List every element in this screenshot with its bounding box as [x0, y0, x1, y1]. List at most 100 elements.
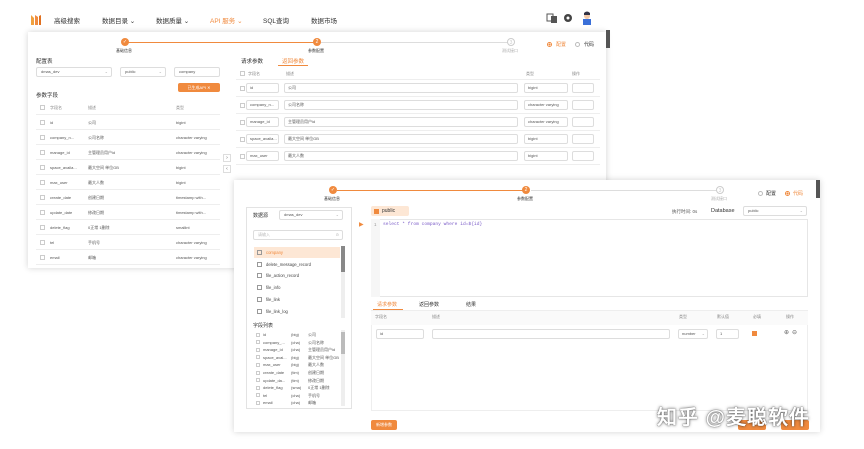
field-name-input[interactable]: id — [246, 83, 279, 93]
scroll-thumb[interactable] — [341, 332, 345, 354]
field-checkbox[interactable] — [256, 385, 260, 390]
remove-row-icon[interactable]: ⊖ — [792, 329, 797, 336]
nav-data-market[interactable]: 数据市场 — [311, 15, 337, 25]
generate-api-button[interactable]: 已生成API ✕ — [178, 83, 220, 92]
row-checkbox[interactable] — [40, 195, 45, 200]
field-type-input[interactable]: character varying — [524, 117, 568, 127]
table-list-item[interactable]: file_link_log — [254, 306, 340, 317]
field-ops-input[interactable] — [572, 151, 594, 161]
move-right-button[interactable]: › — [223, 154, 231, 162]
nav-sql-query[interactable]: SQL查询 — [263, 15, 289, 25]
table-list-item[interactable]: file_action_record — [254, 270, 340, 281]
row-checkbox[interactable] — [40, 165, 45, 170]
row-checkbox[interactable] — [40, 150, 45, 155]
field-ops-input[interactable] — [572, 100, 594, 110]
row-checkbox[interactable] — [240, 103, 245, 108]
gear-icon[interactable] — [562, 12, 574, 24]
row-checkbox[interactable] — [240, 120, 245, 125]
field-list-item[interactable]: tel (cha) 手机号 — [256, 392, 340, 400]
row-checkbox[interactable] — [40, 255, 45, 260]
field-name-input[interactable]: company_n... — [246, 100, 279, 110]
table-list-item[interactable]: company — [254, 247, 340, 258]
field-desc-input[interactable]: 主管理员用户id — [284, 117, 518, 127]
tab-result[interactable]: 结果 — [466, 301, 476, 308]
back-tab-response[interactable]: 返回参数 — [282, 57, 304, 65]
field-name-input[interactable]: max_user — [246, 151, 279, 161]
field-ops-input[interactable] — [572, 83, 594, 93]
row-checkbox[interactable] — [40, 240, 45, 245]
field-ops-input[interactable] — [572, 117, 594, 127]
row-checkbox[interactable] — [40, 180, 45, 185]
row-checkbox[interactable] — [240, 137, 245, 142]
field-checkbox[interactable] — [256, 370, 260, 375]
nav-data-quality[interactable]: 数据质量 ⌄ — [156, 15, 189, 25]
mode-code-radio[interactable] — [785, 191, 790, 196]
sql-editor[interactable] — [371, 219, 808, 297]
nav-data-catalog[interactable]: 数据目录 ⌄ — [102, 15, 135, 25]
row-checkbox[interactable] — [40, 135, 45, 140]
param-name-input[interactable]: id — [376, 329, 424, 339]
row-checkbox[interactable] — [240, 86, 245, 91]
mode-config-radio[interactable] — [758, 191, 763, 196]
add-param-button[interactable]: 新增参数 — [371, 420, 397, 430]
row-checkbox[interactable] — [40, 120, 45, 125]
row-checkbox[interactable] — [240, 154, 245, 159]
mode-code-radio[interactable] — [575, 42, 580, 47]
field-checkbox[interactable] — [256, 347, 260, 352]
translate-icon[interactable] — [546, 12, 558, 24]
field-checkbox[interactable] — [256, 340, 260, 345]
field-checkbox[interactable] — [256, 355, 260, 360]
field-type-input[interactable]: character varying — [524, 100, 568, 110]
tab-response-params[interactable]: 返回参数 — [419, 301, 439, 308]
field-checkbox[interactable] — [256, 378, 260, 383]
field-name-input[interactable]: manage_id — [246, 117, 279, 127]
datasource-select[interactable]: dmas_dev ⌄ — [279, 210, 343, 220]
field-list-item[interactable]: create_date (tim) 创建日期 — [256, 369, 340, 377]
table-list-item[interactable]: delete_message_record — [254, 259, 340, 270]
row-checkbox[interactable] — [40, 210, 45, 215]
field-desc-input[interactable]: 最大空间 单位GB — [284, 134, 518, 144]
field-checkbox[interactable] — [256, 332, 260, 337]
param-default-input[interactable]: 1 — [716, 329, 739, 339]
field-list-item[interactable]: delete_flag (sma) 0正常 1删除 — [256, 384, 340, 392]
field-checkbox[interactable] — [256, 400, 260, 405]
field-list-item[interactable]: manage_id (cha) 主管理员用户id — [256, 346, 340, 354]
field-type-input[interactable]: bigint — [524, 83, 568, 93]
schema-select[interactable]: public ⌄ — [120, 67, 166, 77]
field-checkbox[interactable] — [256, 393, 260, 398]
field-type-input[interactable]: bigint — [524, 151, 568, 161]
table-search-input[interactable]: 请输入 ⊙ — [253, 230, 343, 240]
table-list-item[interactable]: file_link — [254, 294, 340, 305]
nav-api-service[interactable]: API 服务 ⌄ — [210, 15, 243, 25]
field-ops-input[interactable] — [572, 134, 594, 144]
param-required-checkbox[interactable] — [752, 331, 757, 336]
avatar-icon[interactable] — [580, 11, 594, 25]
field-list-item[interactable]: email (cha) 邮箱 — [256, 399, 340, 407]
add-row-icon[interactable]: ⊕ — [784, 329, 789, 336]
tab-request-params[interactable]: 请求参数 — [377, 301, 397, 308]
datasource-select[interactable]: dmas_dev ⌄ — [36, 67, 112, 77]
field-list-item[interactable]: update_da... (tim) 修改日期 — [256, 377, 340, 385]
table-list-item[interactable]: file_info — [254, 282, 340, 293]
field-list-item[interactable]: max_user (big) 最大人数 — [256, 361, 340, 369]
field-list-item[interactable]: id (big) 公司 — [256, 331, 340, 339]
run-icon[interactable]: ▶ — [359, 221, 364, 228]
nav-advanced-search[interactable]: 高级搜索 — [54, 15, 80, 25]
field-desc-input[interactable]: 公司名称 — [284, 100, 518, 110]
table-select[interactable]: company — [174, 67, 220, 77]
select-all-checkbox[interactable] — [40, 105, 45, 110]
select-all-checkbox[interactable] — [240, 71, 245, 76]
field-list-item[interactable]: space_avai... (big) 最大空间 单位GB — [256, 354, 340, 362]
move-left-button[interactable]: ‹ — [223, 165, 231, 173]
param-desc-input[interactable] — [432, 329, 670, 339]
app-logo-icon[interactable] — [28, 12, 44, 28]
scroll-thumb[interactable] — [341, 246, 345, 272]
param-type-select[interactable]: number ⌄ — [678, 329, 708, 339]
field-type-input[interactable]: bigint — [524, 134, 568, 144]
field-desc-input[interactable]: 最大人数 — [284, 151, 518, 161]
field-desc-input[interactable]: 公司 — [284, 83, 518, 93]
row-checkbox[interactable] — [40, 225, 45, 230]
database-select[interactable]: public ⌄ — [743, 206, 807, 216]
field-checkbox[interactable] — [256, 362, 260, 367]
field-list-item[interactable]: company_... (cha) 公司名称 — [256, 339, 340, 347]
